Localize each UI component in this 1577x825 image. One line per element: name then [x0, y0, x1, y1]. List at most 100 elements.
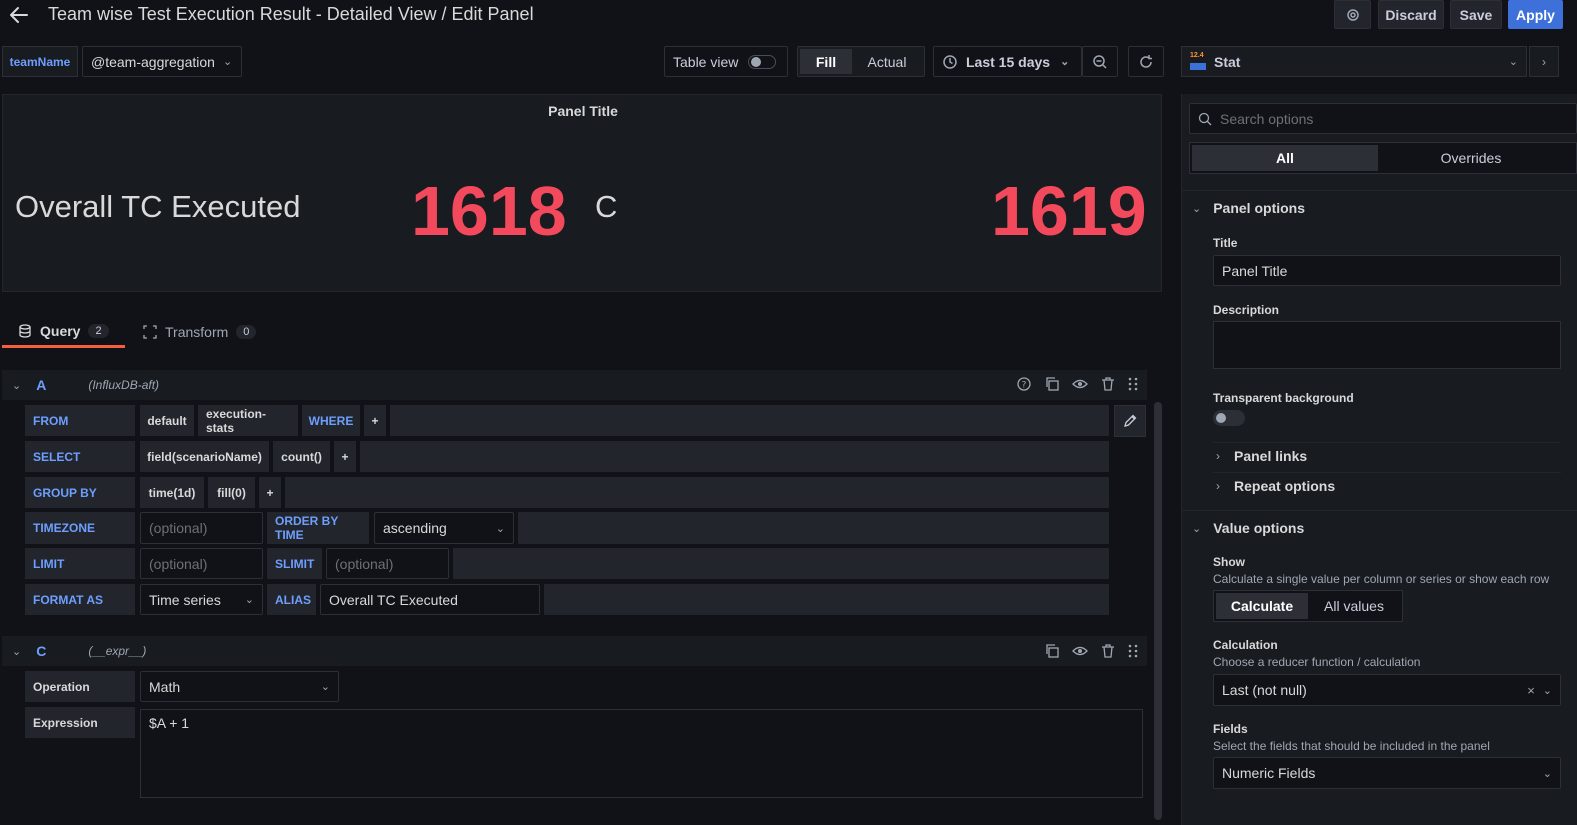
back-arrow-icon[interactable]: [8, 4, 30, 26]
repeat-options-header[interactable]: › Repeat options: [1216, 478, 1335, 494]
calculation-label: Calculation: [1213, 638, 1278, 652]
panel-options-header[interactable]: ⌄ Panel options: [1192, 200, 1305, 216]
panel-links-header[interactable]: › Panel links: [1216, 448, 1307, 464]
chevron-down-icon: ⌄: [244, 594, 254, 606]
orderby-select[interactable]: ascending ⌄: [374, 512, 514, 544]
eye-icon[interactable]: [1072, 376, 1088, 392]
repeat-options-label: Repeat options: [1234, 478, 1336, 494]
tab-transform[interactable]: Transform 0: [135, 316, 265, 348]
query-a-datasource: (InfluxDB-aft): [88, 378, 160, 392]
expression-textarea[interactable]: $A + 1: [140, 709, 1143, 798]
select-function[interactable]: count(): [273, 441, 330, 472]
title-field-label: Title: [1213, 236, 1238, 250]
where-add-button[interactable]: +: [364, 405, 386, 436]
collapse-chevron-icon[interactable]: ⌄: [12, 645, 21, 658]
groupby-time[interactable]: time(1d): [140, 477, 204, 508]
collapse-options-button[interactable]: ›: [1529, 46, 1559, 77]
time-range-picker[interactable]: Last 15 days ⌄: [933, 46, 1082, 77]
all-values-option[interactable]: All values: [1308, 593, 1400, 619]
refresh-icon: [1140, 54, 1152, 68]
operation-value: Math: [149, 678, 181, 695]
database-icon: [19, 323, 31, 338]
duplicate-icon[interactable]: [1044, 376, 1060, 392]
query-scrollbar[interactable]: [1154, 402, 1162, 820]
clear-icon[interactable]: ×: [1527, 683, 1535, 698]
timezone-input[interactable]: (optional): [140, 512, 263, 544]
value-options-label: Value options: [1213, 520, 1305, 536]
operation-select[interactable]: Math ⌄: [140, 671, 339, 702]
trash-icon[interactable]: [1100, 376, 1116, 392]
slimit-input[interactable]: (optional): [326, 548, 449, 579]
value-options-header[interactable]: ⌄ Value options: [1192, 520, 1304, 536]
formatas-value: Time series: [149, 591, 221, 608]
select-field[interactable]: field(scenarioName): [140, 441, 269, 472]
gear-icon: [1346, 8, 1359, 21]
stat-series-label: Overall TC Executed: [15, 189, 301, 224]
query-a-ref: A: [36, 377, 47, 393]
query-c-actions: [1044, 643, 1138, 659]
query-a-header[interactable]: ⌄ A (InfluxDB-aft): [2, 370, 1147, 400]
tab-overrides[interactable]: Overrides: [1378, 145, 1564, 171]
help-icon[interactable]: ?: [1016, 376, 1032, 392]
fill-option[interactable]: Fill: [800, 49, 852, 74]
limit-input[interactable]: (optional): [140, 548, 263, 579]
viz-name: Stat: [1214, 53, 1241, 70]
drag-handle-icon[interactable]: [1128, 376, 1138, 392]
formatas-select[interactable]: Time series ⌄: [140, 584, 263, 615]
groupby-add-button[interactable]: +: [259, 477, 281, 508]
chevron-down-icon: ⌄: [1542, 767, 1552, 780]
settings-button[interactable]: [1334, 0, 1371, 29]
calculation-value: Last (not null): [1222, 682, 1307, 698]
timezone-placeholder: (optional): [149, 520, 208, 536]
table-view-toggle[interactable]: Table view: [664, 46, 788, 77]
alias-input[interactable]: Overall TC Executed: [320, 584, 540, 615]
toggle-switch[interactable]: [748, 54, 777, 69]
query-c-header[interactable]: ⌄ C (__expr__): [2, 636, 1147, 666]
stat-value-a: 1618: [411, 172, 567, 250]
alias-label: ALIAS: [267, 584, 316, 615]
zoom-out-button[interactable]: [1082, 46, 1118, 77]
show-label: Show: [1213, 555, 1245, 569]
from-policy[interactable]: default: [140, 405, 194, 436]
calculate-option[interactable]: Calculate: [1216, 593, 1308, 619]
duplicate-icon[interactable]: [1044, 643, 1060, 659]
drag-handle-icon[interactable]: [1128, 643, 1138, 659]
trash-icon[interactable]: [1100, 643, 1116, 659]
calculation-select[interactable]: Last (not null) × ⌄: [1213, 674, 1561, 706]
actual-option[interactable]: Actual: [852, 49, 922, 74]
refresh-button[interactable]: [1128, 46, 1164, 77]
stat-viz-icon: 12.4: [1190, 52, 1206, 70]
fill-actual-group: Fill Actual: [797, 46, 925, 77]
transform-icon: [143, 325, 157, 339]
raw-query-edit-button[interactable]: [1114, 405, 1146, 437]
select-label: SELECT: [25, 441, 135, 472]
panel-title: Panel Title: [548, 103, 618, 119]
chevron-down-icon: ⌄: [1192, 522, 1202, 535]
search-options-input[interactable]: Search options: [1189, 103, 1577, 134]
fields-label: Fields: [1213, 722, 1248, 736]
groupby-fill[interactable]: fill(0): [208, 477, 255, 508]
variable-select[interactable]: @team-aggregation ⌄: [82, 46, 242, 77]
clock-icon: [943, 54, 957, 69]
collapse-chevron-icon[interactable]: ⌄: [12, 379, 21, 392]
table-view-label: Table view: [673, 53, 739, 70]
fields-select[interactable]: Numeric Fields ⌄: [1213, 757, 1561, 789]
discard-button[interactable]: Discard: [1378, 0, 1444, 29]
tab-query-count: 2: [88, 323, 109, 338]
title-input[interactable]: Panel Title: [1213, 255, 1561, 286]
eye-icon[interactable]: [1072, 643, 1088, 659]
save-button[interactable]: Save: [1450, 0, 1502, 29]
orderby-value: ascending: [383, 520, 447, 536]
transparent-bg-toggle[interactable]: [1213, 410, 1245, 426]
from-measurement[interactable]: execution-stats: [198, 405, 298, 436]
variable-label: teamName: [2, 46, 78, 77]
tab-query[interactable]: Query 2: [2, 316, 125, 348]
chevron-down-icon: ⌄: [1060, 56, 1070, 68]
search-icon: [1198, 112, 1212, 125]
tab-all[interactable]: All: [1192, 145, 1378, 171]
apply-button[interactable]: Apply: [1508, 0, 1563, 29]
chevron-down-icon: ⌄: [1192, 202, 1202, 215]
description-textarea[interactable]: [1213, 321, 1561, 369]
viz-picker[interactable]: 12.4 Stat ⌄: [1181, 46, 1527, 77]
select-add-button[interactable]: +: [334, 441, 356, 472]
